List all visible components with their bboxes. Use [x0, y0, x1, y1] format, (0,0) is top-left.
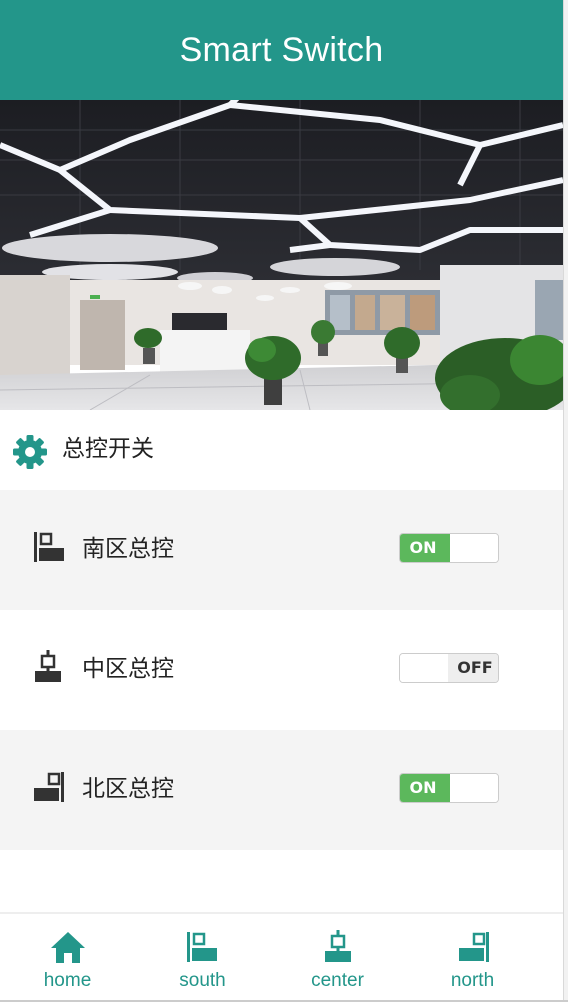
- zone-label-south: 南区总控: [82, 536, 174, 562]
- home-icon: [50, 932, 85, 963]
- toggle-knob: [450, 534, 498, 562]
- zone-label-north: 北区总控: [82, 776, 174, 802]
- zone-toggle-south[interactable]: ON: [399, 533, 499, 563]
- zone-row-north: 北区总控 ON: [0, 730, 563, 850]
- zone-row-south: 南区总控 ON: [0, 490, 563, 610]
- tab-south-label: south: [179, 970, 226, 991]
- toggle-on-label: ON: [400, 774, 450, 802]
- toggle-off-label: OFF: [448, 654, 498, 682]
- tab-north[interactable]: north: [405, 914, 540, 1002]
- north-zone-icon: [34, 772, 64, 802]
- master-control-label: 总控开关: [62, 436, 154, 462]
- master-control-section: 总控开关: [0, 410, 563, 490]
- tab-center[interactable]: center: [270, 914, 405, 1002]
- toggle-on-label: ON: [400, 534, 450, 562]
- zone-row-center: 中区总控 OFF: [0, 610, 563, 730]
- zone-toggle-north[interactable]: ON: [399, 773, 499, 803]
- banner-image: [0, 100, 563, 410]
- tab-home-label: home: [43, 970, 92, 991]
- north-zone-icon: [458, 932, 489, 962]
- toggle-knob: [400, 654, 449, 682]
- center-zone-icon: [35, 650, 61, 682]
- app-header: Smart Switch: [0, 0, 563, 100]
- tab-north-label: north: [450, 970, 495, 991]
- app-title: Smart Switch: [179, 30, 384, 69]
- south-zone-icon: [186, 932, 217, 962]
- gear-icon: [13, 435, 47, 469]
- south-zone-icon: [34, 532, 64, 562]
- zone-label-center: 中区总控: [82, 656, 174, 682]
- zone-toggle-center[interactable]: OFF: [399, 653, 499, 683]
- center-zone-icon: [324, 930, 351, 962]
- scrollbar-track[interactable]: [563, 0, 568, 1002]
- tab-center-label: center: [311, 970, 364, 991]
- toggle-knob: [450, 774, 498, 802]
- tab-south[interactable]: south: [135, 914, 270, 1002]
- bottom-tab-bar: home south center north: [0, 912, 563, 1002]
- tab-home[interactable]: home: [0, 914, 135, 1002]
